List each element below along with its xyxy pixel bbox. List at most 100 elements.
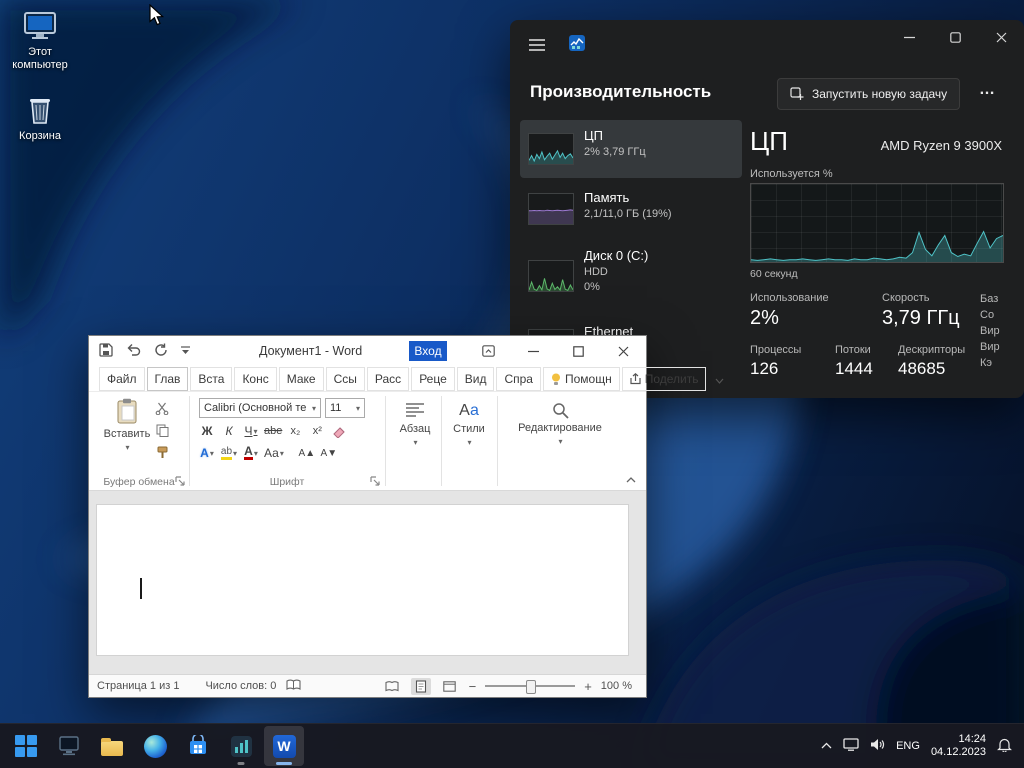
cpu-mini-graph [528,133,574,165]
collapse-ribbon-icon[interactable] [626,472,636,486]
font-size-combo[interactable]: 11 ▾ [325,398,365,418]
file-explorer-button[interactable] [92,726,132,766]
window-title: Документ1 - Word [259,344,363,358]
start-button[interactable] [6,726,46,766]
zoom-out-icon[interactable]: − [469,679,477,694]
chevron-down-icon[interactable] [708,369,731,391]
font-color-icon[interactable]: А ▾ [241,444,261,462]
close-icon[interactable] [978,20,1024,54]
undo-icon[interactable] [126,343,141,359]
sidebar-item-sub2: 0% [584,281,600,293]
read-mode-icon[interactable] [382,678,402,695]
highlight-icon[interactable]: ab ▾ [219,444,239,462]
subscript-button[interactable]: x₂ [285,422,305,440]
chevron-down-icon: ▾ [558,437,563,446]
strikethrough-button[interactable]: abe [263,422,283,440]
text-effects-icon[interactable]: А ▾ [197,444,217,462]
paragraph-group-button[interactable]: Абзац ▾ [389,402,441,447]
qat-dropdown-icon[interactable] [181,344,190,358]
desktop-icon-label: Этот компьютер [12,46,68,71]
tab-insert[interactable]: Вста [190,367,233,391]
word-button[interactable]: W [264,726,304,766]
network-icon[interactable] [843,738,859,754]
tab-view[interactable]: Вид [456,367,495,391]
tab-layout[interactable]: Маке [278,367,324,391]
language-indicator[interactable]: ENG [896,740,920,752]
editing-group-button[interactable]: Редактирование ▾ [501,402,619,446]
taskbar-this-pc-button[interactable] [49,726,89,766]
clock[interactable]: 14:24 04.12.2023 [931,733,986,759]
copy-icon[interactable] [156,424,169,440]
bold-button[interactable]: Ж [197,422,217,440]
assistant-bulb-icon [551,373,560,385]
menu-icon[interactable] [528,38,546,52]
document-page[interactable] [96,504,629,656]
run-new-task-button[interactable]: Запустить новую задачу [777,78,961,110]
sidebar-item-sub: HDD [584,266,608,278]
paste-button[interactable]: Вставить ▾ [101,398,153,452]
share-button[interactable]: Поделить [621,367,707,391]
cut-icon[interactable] [155,402,169,418]
dialog-launcher-icon[interactable] [370,476,381,487]
tab-home[interactable]: Глав [146,367,189,391]
notification-icon[interactable] [997,737,1012,755]
tab-help[interactable]: Спра [496,367,541,391]
zoom-in-icon[interactable]: + [584,679,592,694]
zoom-slider[interactable] [485,679,576,694]
page-indicator[interactable]: Страница 1 из 1 [97,680,179,692]
clear-formatting-icon[interactable] [329,422,349,440]
sidebar-item-disk[interactable]: Диск 0 (C:) HDD 0% [520,240,742,312]
edge-icon [143,734,167,758]
word-count[interactable]: Число слов: 0 [205,680,276,692]
volume-icon[interactable] [870,738,885,754]
underline-button[interactable]: Ч ▾ [241,422,261,440]
styles-group-button[interactable]: Аа Стили ▾ [445,402,493,447]
status-bar: Страница 1 из 1 Число слов: 0 − + 100 % [89,674,646,697]
tab-design[interactable]: Конс [234,367,277,391]
tab-review[interactable]: Реце [411,367,455,391]
zoom-slider-thumb[interactable] [526,680,537,694]
chevron-down-icon: ▾ [279,448,284,458]
task-manager-button[interactable] [221,726,261,766]
tab-references[interactable]: Ссы [325,367,365,391]
minimize-icon[interactable] [886,20,932,54]
print-layout-icon[interactable] [410,677,431,695]
maximize-icon[interactable] [932,20,978,54]
save-icon[interactable] [99,342,113,360]
document-area[interactable] [89,491,646,674]
superscript-button[interactable]: x² [307,422,327,440]
task-manager-logo-icon [568,34,586,52]
assistant-button[interactable]: Помощн [542,367,620,391]
redo-icon[interactable] [154,343,168,360]
minimize-icon[interactable] [511,336,556,366]
edge-button[interactable] [135,726,175,766]
zoom-value[interactable]: 100 % [601,680,632,692]
grow-font-button[interactable]: А▲ [297,444,317,462]
sidebar-item-memory[interactable]: Память 2,1/11,0 ГБ (19%) [520,182,742,236]
ribbon-display-icon[interactable] [466,336,511,366]
sign-in-button[interactable]: Вход [409,341,447,361]
maximize-icon[interactable] [556,336,601,366]
dialog-launcher-icon[interactable] [175,476,186,487]
proofing-icon[interactable] [286,679,301,694]
desktop-icon-this-pc[interactable]: Этот компьютер [2,10,78,72]
ribbon: Вставить ▾ Буфер обмена Calibri (Основно… [89,392,646,491]
store-button[interactable] [178,726,218,766]
tray-chevron-icon[interactable] [821,740,832,752]
more-options-button[interactable]: … [972,78,1002,108]
stat-speed-label: Скорость [882,292,930,304]
cpu-panel-title: ЦП [750,126,788,156]
change-case-button[interactable]: Аа ▾ [263,444,285,462]
desktop-icon-recycle-bin[interactable]: Корзина [2,94,78,143]
italic-button[interactable]: К [219,422,239,440]
stat-speed-value: 3,79 ГГц [882,307,960,329]
format-painter-icon[interactable] [156,446,169,462]
chevron-down-icon: ▾ [253,448,258,458]
web-layout-icon[interactable] [440,678,460,695]
tab-mailings[interactable]: Расс [366,367,410,391]
sidebar-item-cpu[interactable]: ЦП 2% 3,79 ГГц [520,120,742,178]
font-name-combo[interactable]: Calibri (Основной те ▾ [199,398,321,418]
tab-file[interactable]: Файл [99,367,145,391]
shrink-font-button[interactable]: А▼ [319,444,339,462]
close-icon[interactable] [601,336,646,366]
